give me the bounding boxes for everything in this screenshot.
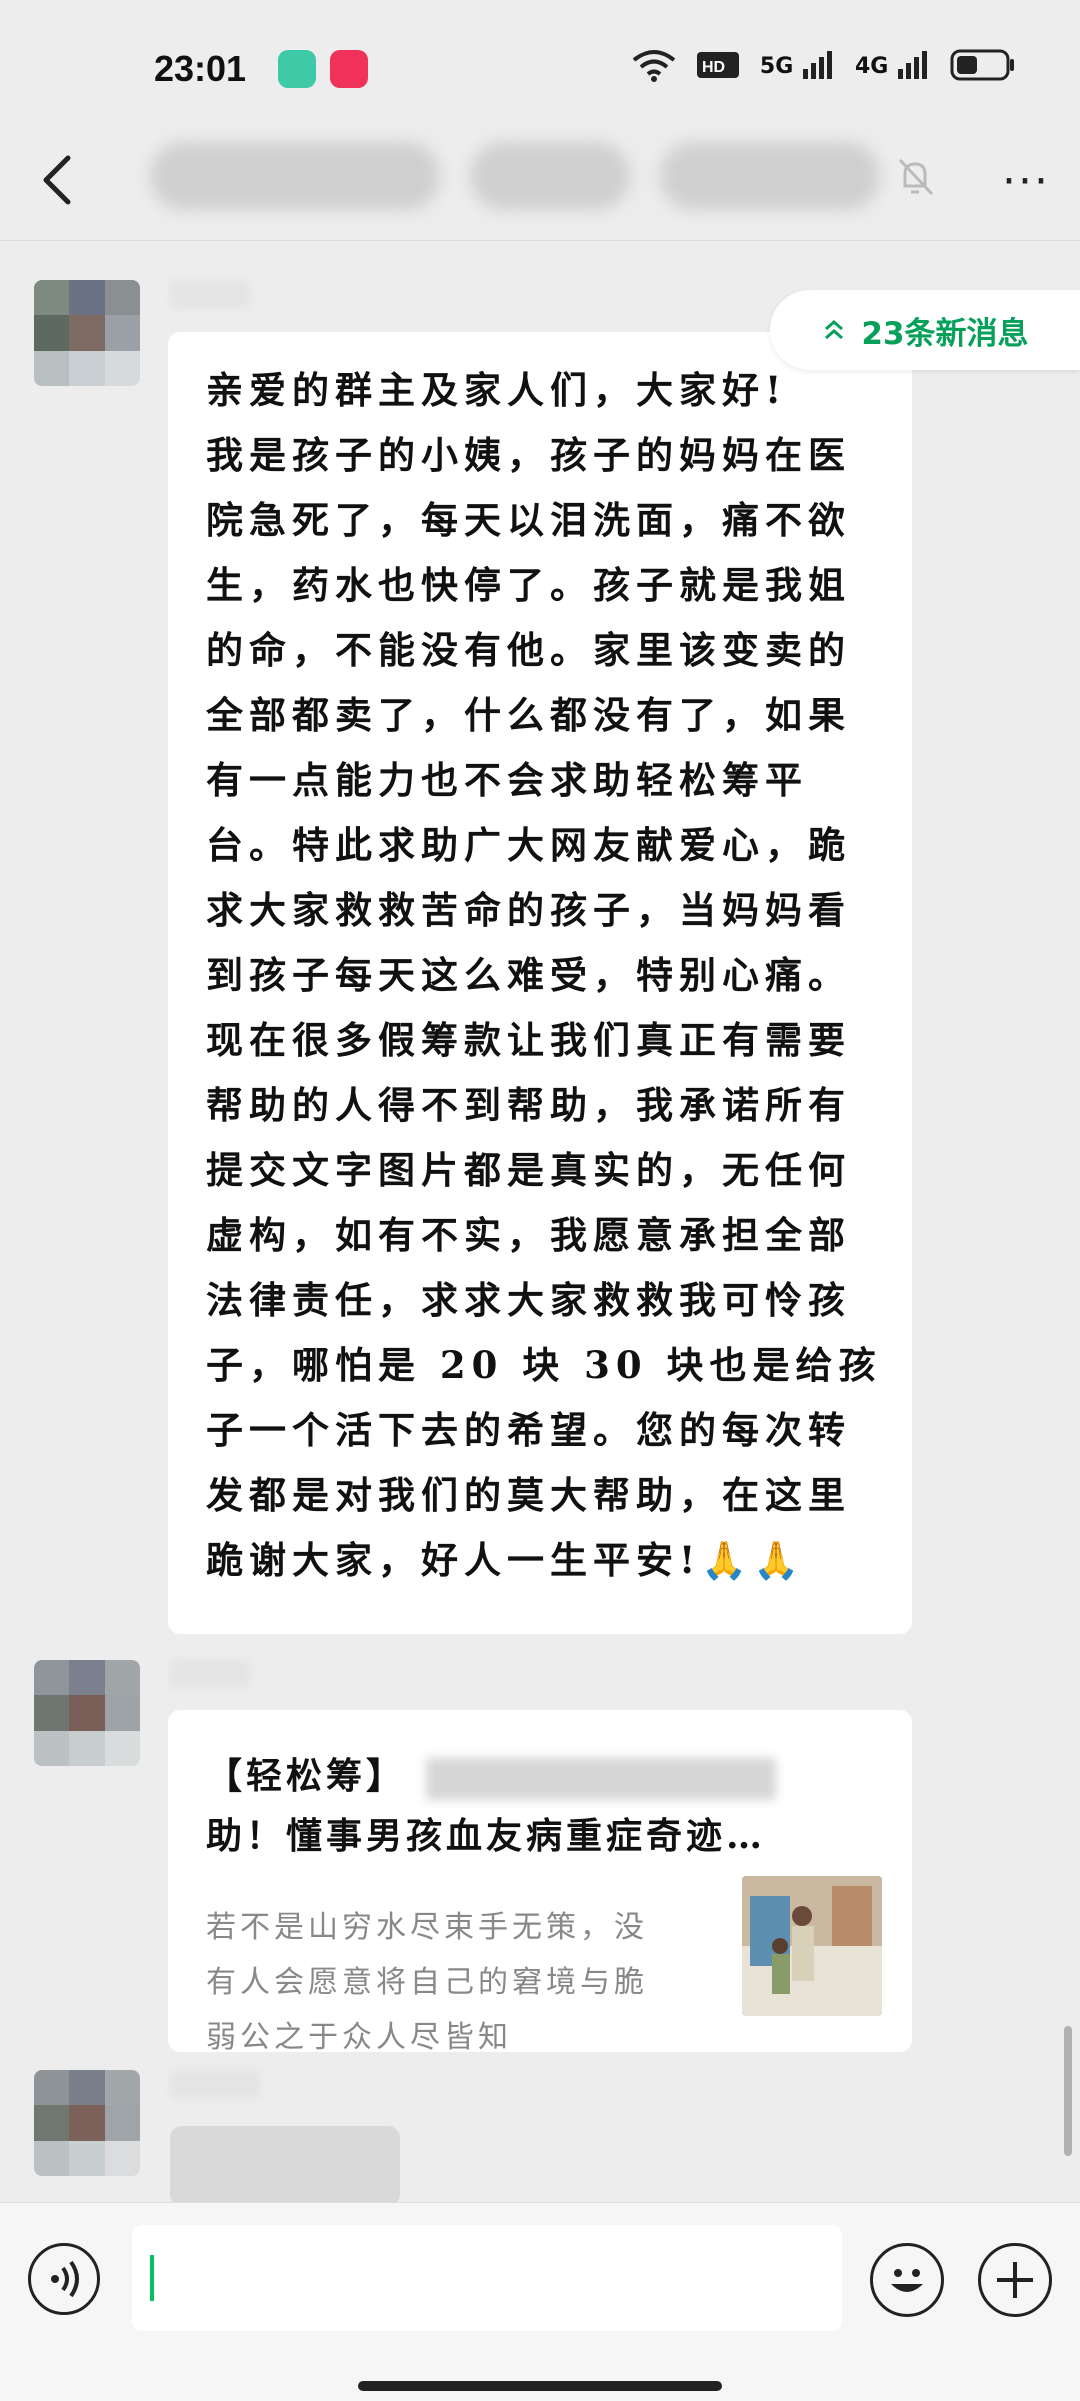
- voice-button[interactable]: [28, 2243, 100, 2315]
- message-bubble[interactable]: 亲爱的群主及家人们，大家好! 我是孩子的小姨，孩子的妈妈在医院急死了，每天以泪洗…: [168, 332, 912, 1634]
- message-input[interactable]: [132, 2225, 842, 2331]
- bell-off-icon: [898, 158, 934, 196]
- app-notification-icon: [278, 50, 316, 88]
- 4g-signal-icon: 4G: [855, 51, 930, 79]
- status-time: 23:01: [154, 48, 247, 89]
- plus-button[interactable]: [978, 2243, 1052, 2317]
- group-title-blurred: [470, 142, 630, 210]
- emoji-button[interactable]: [870, 2243, 944, 2317]
- new-messages-button[interactable]: 23条新消息: [770, 290, 1080, 370]
- title-blurred-segment: [426, 1758, 777, 1800]
- battery-icon: [950, 49, 1014, 81]
- text-cursor: [150, 2255, 154, 2301]
- sender-nickname-blurred: [170, 1660, 250, 1688]
- avatar[interactable]: [34, 2070, 140, 2176]
- sender-nickname-blurred: [170, 2070, 260, 2098]
- double-chevron-up-icon: [825, 320, 844, 340]
- emoji-icon: [891, 2269, 923, 2292]
- new-messages-label: 23条新消息: [861, 315, 1029, 352]
- avatar[interactable]: [34, 1660, 140, 1766]
- message-bubble-partial[interactable]: [170, 2126, 400, 2206]
- group-title-blurred: [150, 142, 440, 210]
- 5g-signal-icon: 5G: [760, 51, 835, 79]
- status-indicators: HD 5G 4G: [632, 48, 1016, 82]
- link-card-thumbnail: [742, 1876, 882, 2016]
- link-card[interactable]: 【轻松筹】 助！懂事男孩血友病重症奇迹… 若不是山穷水尽束手无策，没有人会愿意将…: [168, 1710, 912, 2055]
- avatar[interactable]: [34, 280, 140, 386]
- status-bar: 23:01 HD 5G 4G: [0, 0, 1080, 140]
- link-card-title-line2: 助！懂事男孩血友病重症奇迹…: [206, 1815, 767, 1857]
- network2-label: 4G: [854, 54, 889, 79]
- voice-icon: [51, 2260, 79, 2298]
- group-title-blurred: [660, 142, 880, 210]
- hd-icon: HD: [696, 52, 739, 78]
- scrollbar[interactable]: [1064, 2026, 1072, 2156]
- sender-nickname-blurred: [170, 280, 250, 308]
- svg-text:HD: HD: [702, 59, 725, 76]
- plus-icon: [997, 2262, 1033, 2298]
- link-card-description: 若不是山穷水尽束手无策，没有人会愿意将自己的窘境与脆弱公之于众人尽皆知: [206, 1910, 648, 2055]
- chat-header: ···: [0, 120, 1080, 241]
- video-app-notification-icon: [330, 50, 368, 88]
- link-card-title: 【轻松筹】 助！懂事男孩血友病重症奇迹…: [206, 1746, 886, 1866]
- more-options-button[interactable]: ···: [1002, 156, 1050, 207]
- message-text: 亲爱的群主及家人们，大家好! 我是孩子的小姨，孩子的妈妈在医院急死了，每天以泪洗…: [206, 368, 882, 1582]
- wifi-icon: [632, 50, 676, 82]
- chat-message-list[interactable]: 亲爱的群主及家人们，大家好! 我是孩子的小姨，孩子的妈妈在医院急死了，每天以泪洗…: [0, 240, 1080, 2206]
- home-indicator[interactable]: [358, 2381, 722, 2391]
- back-arrow-icon[interactable]: [30, 150, 90, 210]
- input-bar: [0, 2202, 1080, 2401]
- link-card-title-prefix: 【轻松筹】: [206, 1755, 407, 1797]
- network-label: 5G: [759, 54, 794, 79]
